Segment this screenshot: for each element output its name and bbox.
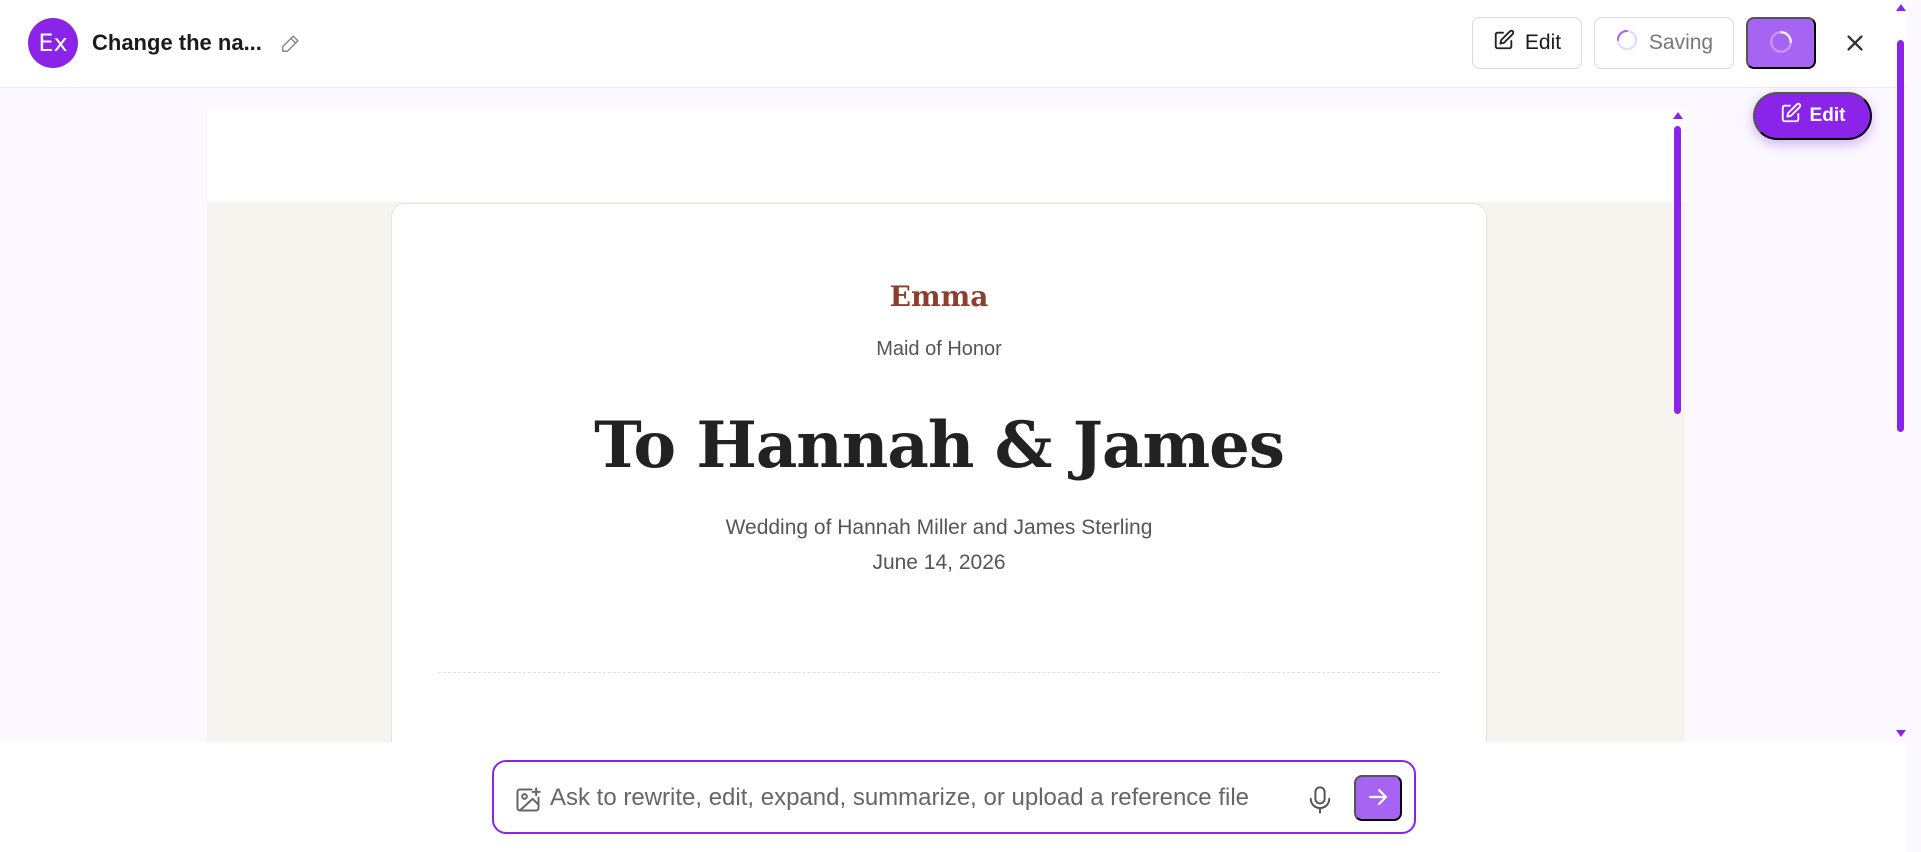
wedding-subtitle: Wedding of Hannah Miller and James Sterl… [725, 516, 1153, 539]
saving-status-button[interactable]: Saving [1594, 17, 1734, 69]
arrow-right-icon [1366, 785, 1390, 812]
image-upload-icon[interactable] [514, 786, 542, 814]
speaker-name: Emma [889, 280, 989, 313]
scrollbar-thumb[interactable] [1674, 126, 1681, 414]
edit-button[interactable]: Edit [1472, 17, 1582, 69]
scroll-down-arrow-icon[interactable] [1896, 730, 1906, 737]
edit-icon [1780, 102, 1802, 130]
wedding-date: June 14, 2026 [872, 551, 1006, 574]
toast-title: To Hannah & James [594, 408, 1285, 483]
edit-icon [1493, 29, 1515, 57]
document-card: Emma Maid of Honor To Hannah & James Wed… [391, 203, 1487, 742]
prompt-box [492, 760, 1416, 834]
document-scrollbar[interactable] [1672, 112, 1684, 742]
spinner-icon [1615, 28, 1639, 58]
prompt-input[interactable] [550, 776, 1290, 820]
edit-button-label: Edit [1524, 31, 1562, 54]
document-preview: Emma Maid of Honor To Hannah & James Wed… [207, 110, 1685, 742]
send-button[interactable] [1354, 775, 1402, 821]
document-title[interactable]: Change the na... [92, 30, 262, 56]
speaker-role: Maid of Honor [876, 338, 1002, 360]
scroll-up-arrow-icon[interactable] [1673, 112, 1683, 119]
processing-button[interactable] [1746, 17, 1816, 69]
floating-edit-label: Edit [1809, 105, 1846, 126]
page-scrollbar-thumb[interactable] [1897, 40, 1904, 432]
top-bar: Ex Change the na... Edit Saving [0, 0, 1906, 88]
pencil-icon[interactable] [280, 32, 302, 54]
spinner-icon [1768, 29, 1794, 58]
document-header-area [207, 110, 1685, 202]
floating-edit-button[interactable]: Edit [1753, 92, 1872, 140]
avatar[interactable]: Ex [28, 18, 78, 68]
close-icon[interactable] [1838, 26, 1872, 60]
divider [438, 672, 1440, 673]
saving-label: Saving [1648, 31, 1714, 54]
scroll-up-arrow-icon[interactable] [1896, 4, 1906, 11]
page-scrollbar[interactable] [1894, 0, 1908, 742]
microphone-icon[interactable] [1306, 785, 1334, 815]
